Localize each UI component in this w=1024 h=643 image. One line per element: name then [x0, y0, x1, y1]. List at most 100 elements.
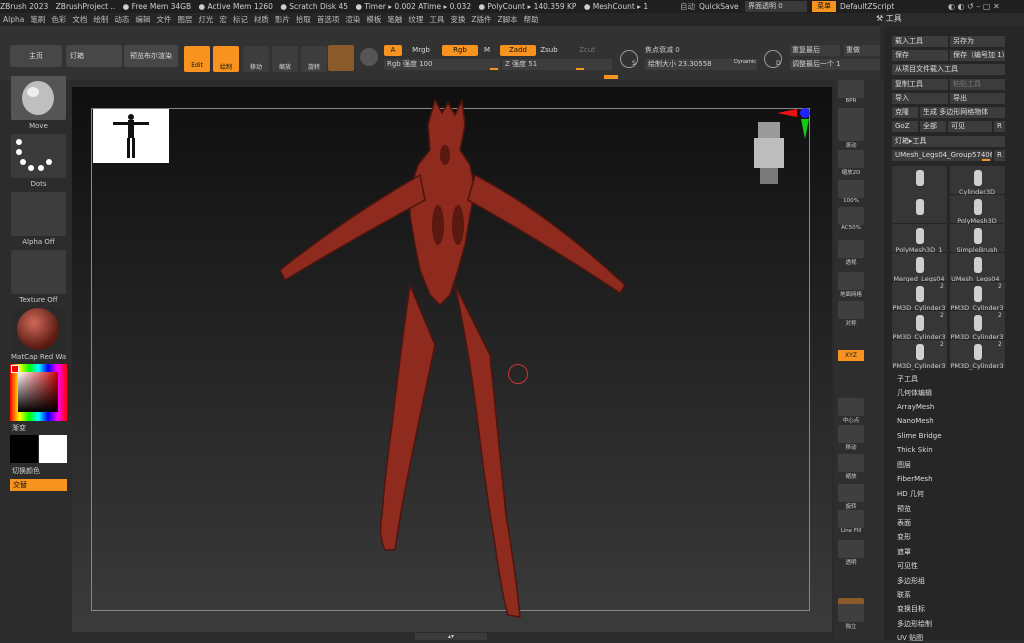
- dynamic-toggle[interactable]: Dynamic: [734, 59, 756, 65]
- menu-item[interactable]: 灯光: [198, 15, 213, 24]
- save-as-button[interactable]: 另存为: [950, 36, 1005, 47]
- copy-tool-button[interactable]: 复制工具: [892, 79, 948, 90]
- tool-subpalette-header[interactable]: NanoMesh: [897, 417, 934, 425]
- menu-item[interactable]: 首选项: [317, 15, 340, 24]
- menu-item[interactable]: 笔触: [387, 15, 402, 24]
- redo-last-short-button[interactable]: 重做: [844, 45, 880, 56]
- menu-item[interactable]: 文档: [72, 15, 87, 24]
- rgb-toggle[interactable]: Rgb: [442, 45, 478, 56]
- tool-subpalette-header[interactable]: 子工具: [897, 374, 918, 384]
- menu-item[interactable]: 宏: [219, 15, 227, 24]
- paste-tool-button[interactable]: 粘贴工具: [950, 79, 1005, 90]
- menu-item[interactable]: 纹理: [408, 15, 423, 24]
- tool-subpalette-header[interactable]: UV 贴图: [897, 633, 923, 643]
- tool-subpalette-header[interactable]: 表面: [897, 518, 911, 528]
- right-shelf-button[interactable]: [838, 180, 864, 198]
- texture-thumbnail[interactable]: [11, 250, 66, 294]
- menu-item[interactable]: 文件: [156, 15, 171, 24]
- load-tool-button[interactable]: 载入工具: [892, 36, 948, 47]
- tool-subpalette-header[interactable]: 联系: [897, 590, 911, 600]
- navigator-thumbnail[interactable]: [93, 109, 169, 163]
- current-tool-r-button[interactable]: R: [994, 150, 1005, 161]
- zsub-toggle[interactable]: Zsub: [538, 45, 560, 56]
- menu-item[interactable]: 材质: [254, 15, 269, 24]
- right-shelf-button[interactable]: [838, 272, 864, 290]
- home-button[interactable]: 主页: [10, 45, 62, 67]
- menu-item[interactable]: 变换: [450, 15, 465, 24]
- menu-item[interactable]: Z脚本: [497, 15, 517, 24]
- primary-color-swatch[interactable]: [10, 435, 38, 463]
- export-button[interactable]: 导出: [950, 93, 1005, 104]
- right-shelf-button[interactable]: [838, 123, 864, 141]
- load-from-project-button[interactable]: 从项目文件载入工具: [892, 64, 1005, 75]
- right-shelf-button[interactable]: [838, 398, 864, 416]
- menu-item[interactable]: 动态: [114, 15, 129, 24]
- tool-subpalette-header[interactable]: 几何体编辑: [897, 388, 932, 398]
- adjust-last-slider[interactable]: 调整最后一个 1: [790, 59, 880, 70]
- switch-color-button[interactable]: 切换颜色: [12, 466, 40, 476]
- project-name[interactable]: ZBrushProject ..: [56, 2, 116, 11]
- axis-gizmo[interactable]: [777, 105, 813, 141]
- tool-subpalette-header[interactable]: 预览: [897, 504, 911, 514]
- current-tool-slider[interactable]: UMesh_Legs04_Group57406: [892, 150, 992, 161]
- ui-transparency-slider[interactable]: 界面透明 0: [745, 1, 807, 12]
- tool-subpalette-header[interactable]: 可见性: [897, 561, 918, 571]
- right-shelf-button[interactable]: [838, 510, 864, 528]
- alpha-thumbnail[interactable]: [11, 192, 66, 236]
- tool-subpalette-header[interactable]: HD 几何: [897, 489, 924, 499]
- zadd-toggle[interactable]: Zadd: [500, 45, 536, 56]
- menu-item[interactable]: 编辑: [135, 15, 150, 24]
- tool-subpalette-header[interactable]: ArrayMesh: [897, 403, 934, 411]
- shelf-scroll-handle[interactable]: [604, 75, 618, 79]
- right-shelf-button[interactable]: [838, 207, 864, 225]
- zcut-toggle[interactable]: Zcut: [575, 45, 599, 56]
- right-shelf-button[interactable]: [838, 301, 864, 319]
- right-shelf-button[interactable]: [838, 454, 864, 472]
- default-zscript-button[interactable]: DefaultZScript: [840, 0, 894, 13]
- focal-shift-slider[interactable]: 焦点衰减 0: [645, 45, 755, 56]
- menu-button[interactable]: 菜单: [812, 1, 836, 12]
- tool-subpalette-header[interactable]: 图层: [897, 460, 911, 470]
- tool-subpalette-header[interactable]: 多边形绘制: [897, 619, 932, 629]
- bottom-tray-toggle[interactable]: ▴▾: [415, 633, 487, 640]
- menu-item[interactable]: 模板: [366, 15, 381, 24]
- tool-subpalette-header[interactable]: FiberMesh: [897, 475, 933, 483]
- z-intensity-slider[interactable]: Z 强度 51: [502, 59, 612, 70]
- sculpt-model[interactable]: [270, 95, 630, 625]
- right-shelf-button[interactable]: [838, 150, 864, 168]
- right-shelf-button[interactable]: [838, 540, 864, 558]
- goz-visible-button[interactable]: 可见: [948, 121, 992, 132]
- right-shelf-button[interactable]: [838, 484, 864, 502]
- material-thumbnail[interactable]: [11, 307, 66, 351]
- menu-item[interactable]: 渲染: [345, 15, 360, 24]
- clone-button[interactable]: 克隆: [892, 107, 918, 118]
- material-sphere-icon[interactable]: [328, 45, 354, 71]
- color-picker[interactable]: [10, 364, 67, 421]
- save-button[interactable]: 保存: [892, 50, 948, 61]
- goz-button[interactable]: GoZ: [892, 121, 918, 132]
- right-shelf-button[interactable]: [838, 240, 864, 258]
- redo-last-button[interactable]: 重复最后: [790, 45, 840, 56]
- right-shelf-button[interactable]: [838, 604, 864, 622]
- menu-item[interactable]: 色彩: [51, 15, 66, 24]
- goz-r-button[interactable]: R: [994, 121, 1005, 132]
- subtool-thumbnail[interactable]: [892, 195, 947, 223]
- a-toggle[interactable]: A: [384, 45, 402, 56]
- menu-item[interactable]: 帮助: [524, 15, 539, 24]
- alternate-button[interactable]: 交替: [10, 479, 67, 491]
- menu-item[interactable]: 工具: [429, 15, 444, 24]
- tool-subpalette-header[interactable]: 变形: [897, 532, 911, 542]
- tool-subpalette-header[interactable]: 遮罩: [897, 547, 911, 557]
- tool-subpalette-header[interactable]: 多边形组: [897, 576, 925, 586]
- xyz-symmetry-button[interactable]: XYZ: [838, 350, 864, 361]
- quicksave-button[interactable]: QuickSave: [699, 0, 739, 13]
- goz-all-button[interactable]: 全部: [920, 121, 946, 132]
- menu-item[interactable]: 绘制: [93, 15, 108, 24]
- right-shelf-button[interactable]: [838, 425, 864, 443]
- make-polymesh-button[interactable]: 生成 多边形网格物体: [920, 107, 1005, 118]
- menu-item[interactable]: Z插件: [471, 15, 491, 24]
- menu-item[interactable]: 图层: [177, 15, 192, 24]
- m-toggle[interactable]: M: [480, 45, 494, 56]
- tool-subpalette-header[interactable]: 变换目标: [897, 604, 925, 614]
- brush-thumbnail[interactable]: [11, 76, 66, 120]
